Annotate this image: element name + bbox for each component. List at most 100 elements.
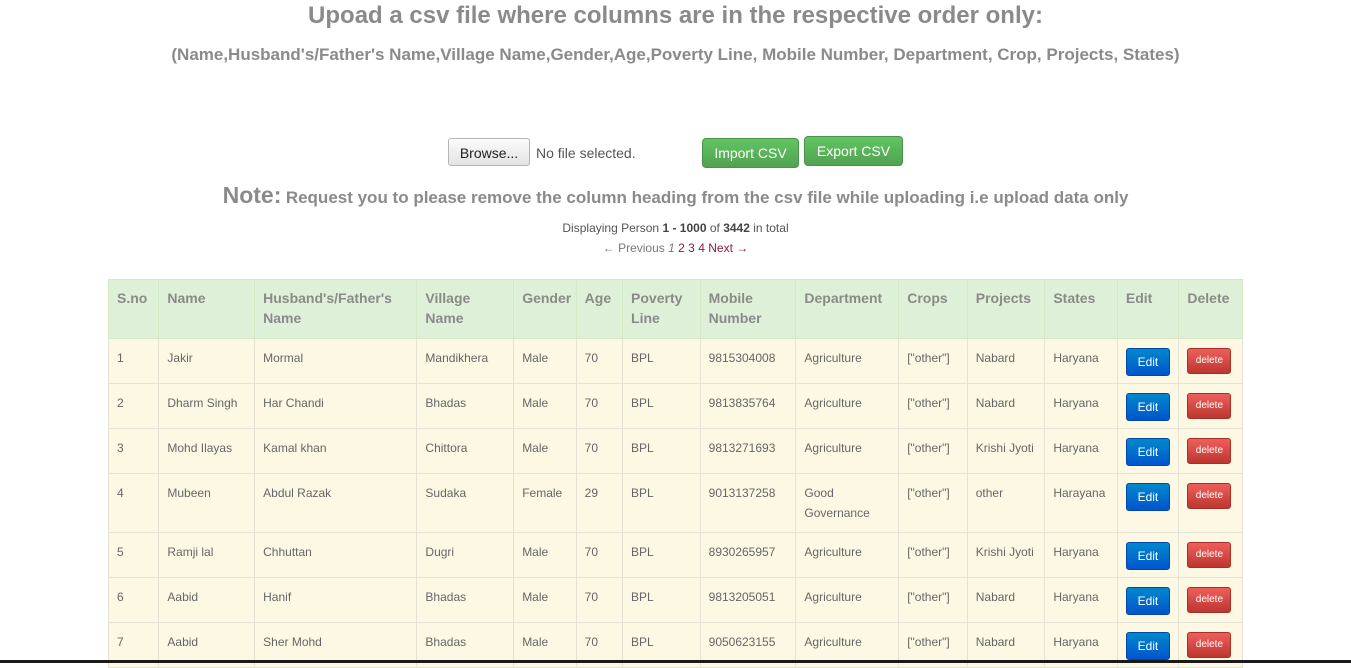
table-cell: Dugri [416,532,515,578]
table-cell: 70 [575,532,624,578]
table-cell: ["other"] [898,532,968,578]
table-cell: ["other"] [898,577,968,623]
table-cell: Mubeen [158,473,256,533]
table-cell: Haryana [1044,532,1118,578]
column-header: Poverty Line [622,279,701,339]
edit-button[interactable]: Edit [1125,587,1170,615]
delete-button[interactable]: delete [1187,438,1232,464]
table-cell: Female [513,473,577,533]
edit-cell: Edit [1116,532,1180,578]
table-row: 2 Dharm Singh Har Chandi Bhadas Male 70 BPL 981… [107,383,1243,429]
delete-cell: delete [1178,577,1243,623]
table-cell: 2 [107,383,160,429]
table-cell: Jakir [158,338,256,384]
column-header: Crops [898,279,968,339]
table-cell: Chhuttan [254,532,418,578]
edit-cell: Edit [1116,577,1180,623]
table-cell: Nabard [966,383,1046,429]
pagination-next-link[interactable]: Next → [708,241,748,255]
table-cell: Chittora [416,428,515,474]
browse-button[interactable]: Browse... [448,138,530,166]
import-csv-button[interactable]: Import CSV [702,138,799,168]
pagination: ← Previous 1 2 3 4 Next → [0,241,1351,255]
delete-cell: delete [1178,338,1243,384]
table-cell: Agriculture [795,383,900,429]
export-csv-button[interactable]: Export CSV [804,136,903,166]
table-cell: ["other"] [898,428,968,474]
persons-table: S.no Name Husband's/Father's Name Village N… [107,279,1243,668]
table-row: 3 Mohd Ilayas Kamal khan Chittora Male 70 BPL 9… [107,428,1243,474]
file-status-text: No file selected. [536,145,636,161]
note-text: Request you to please remove the column … [285,188,1129,207]
delete-button[interactable]: delete [1187,483,1232,509]
table-row: 1 Jakir Mormal Mandikhera Male 70 BPL 981530400… [107,338,1243,384]
column-header: Projects [966,279,1046,339]
table-cell: Haryana [1044,577,1118,623]
table-cell: Agriculture [795,428,900,474]
table-row: 6 Aabid Hanif Bhadas Male 70 BPL 9813205051 Agri… [107,577,1243,623]
column-header: Department [795,279,900,339]
table-cell: ["other"] [898,473,968,533]
column-header: Age [575,279,624,339]
edit-cell: Edit [1116,338,1180,384]
table-cell: BPL [622,338,701,384]
table-cell: Mormal [254,338,418,384]
table-cell: Agriculture [795,338,900,384]
delete-button[interactable]: delete [1187,632,1232,658]
delete-cell: delete [1178,383,1243,429]
table-cell: Bhadas [416,383,515,429]
table-cell: BPL [622,383,701,429]
edit-button[interactable]: Edit [1125,438,1170,466]
table-cell: 70 [575,338,624,384]
table-cell: Krishi Jyoti [966,428,1046,474]
table-cell: Krishi Jyoti [966,532,1046,578]
table-cell: Sudaka [416,473,515,533]
table-cell: 70 [575,577,624,623]
table-cell: ["other"] [898,383,968,429]
table-cell: 29 [575,473,624,533]
table-cell: 9813205051 [699,577,797,623]
column-header: Husband's/Father's Name [254,279,418,339]
table-cell: 8930265957 [699,532,797,578]
column-header: Gender [513,279,577,339]
pagination-current-page: 1 [668,241,675,255]
table-cell: 6 [107,577,160,623]
table-cell: ["other"] [898,338,968,384]
table-cell: BPL [622,532,701,578]
pager-of: of [709,221,720,235]
pagination-page-link[interactable]: 2 [678,241,685,255]
upload-row: Browse... No file selected. Import CSV E… [0,136,1351,168]
pagination-previous: ← Previous [602,241,665,255]
table-cell: Agriculture [795,532,900,578]
delete-button[interactable]: delete [1187,587,1232,613]
delete-button[interactable]: delete [1187,542,1232,568]
table-cell: 9813271693 [699,428,797,474]
table-cell: 9815304008 [699,338,797,384]
table-cell: Male [513,428,577,474]
edit-button[interactable]: Edit [1125,393,1170,421]
edit-button[interactable]: Edit [1125,542,1170,570]
table-cell: Haryana [1044,383,1118,429]
pagination-page-link[interactable]: 3 [688,241,695,255]
pager-total: 3442 [723,221,750,235]
delete-cell: delete [1178,532,1243,578]
edit-button[interactable]: Edit [1125,632,1170,660]
pagination-page-link[interactable]: 4 [698,241,705,255]
delete-button[interactable]: delete [1187,393,1232,419]
page-title: Upoad a csv file where columns are in th… [308,2,1043,29]
delete-button[interactable]: delete [1187,348,1232,374]
column-header: States [1044,279,1118,339]
table-cell: other [966,473,1046,533]
edit-button[interactable]: Edit [1125,483,1170,511]
table-cell: Good Governance [795,473,900,533]
table-row: 4 Mubeen Abdul Razak Sudaka Female 29 BPL 90131… [107,473,1243,533]
table-cell: Dharm Singh [158,383,256,429]
edit-cell: Edit [1116,473,1180,533]
edit-button[interactable]: Edit [1125,348,1170,376]
table-cell: Male [513,338,577,384]
column-header: Edit [1116,279,1180,339]
table-cell: Male [513,532,577,578]
table-cell: Hanif [254,577,418,623]
table-cell: Mandikhera [416,338,515,384]
note-heading: Note: [222,182,282,208]
